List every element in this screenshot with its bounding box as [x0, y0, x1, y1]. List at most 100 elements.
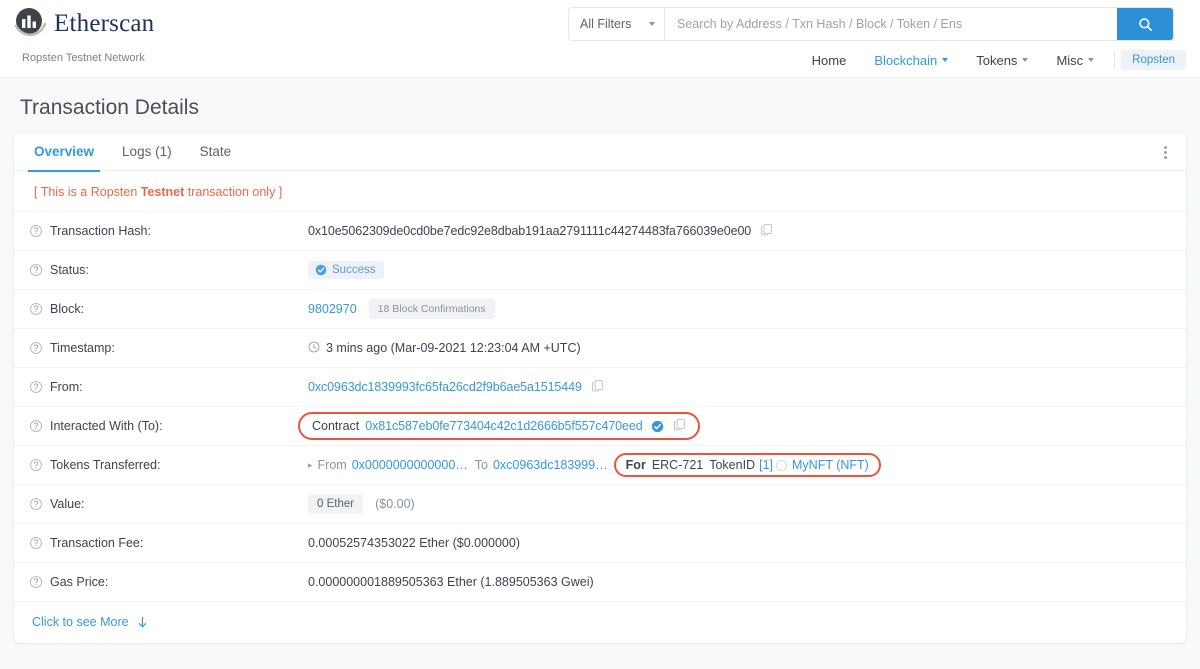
label-text: Interacted With (To): — [50, 419, 163, 433]
copy-icon[interactable] — [760, 223, 773, 239]
token-name-link[interactable]: MyNFT (NFT) — [792, 458, 869, 472]
nav-item-blockchain-label: Blockchain — [874, 52, 938, 68]
token-to-address-link[interactable]: 0xc0963dc183999… — [493, 458, 608, 472]
check-circle-icon — [315, 264, 327, 276]
etherscan-logo-icon — [14, 7, 47, 40]
row-gas-price-value: 0.000000001889505363 Ether (1.889505363 … — [308, 575, 594, 589]
tokenid-value-link[interactable]: [1] — [759, 458, 773, 472]
tab-overview[interactable]: Overview — [20, 133, 108, 172]
network-switch-button[interactable]: Ropsten — [1121, 50, 1186, 70]
tab-bar: Overview Logs (1) State — [14, 133, 1186, 172]
nav-item-home[interactable]: Home — [798, 53, 861, 68]
search-icon — [1138, 17, 1152, 31]
token-from-label: From — [317, 458, 347, 472]
from-address-link[interactable]: 0xc0963dc1839993fc65fa26cd2f9b6ae5a15154… — [308, 380, 582, 394]
row-transaction-hash: ? Transaction Hash: 0x10e5062309de0cd0be… — [14, 211, 1186, 250]
row-value-value: 0 Ether ($0.00) — [308, 494, 1170, 514]
help-icon[interactable]: ? — [30, 498, 42, 510]
chevron-down-icon — [942, 58, 949, 62]
chevron-down-icon — [1088, 58, 1095, 62]
token-standard-label: ERC-721 — [651, 458, 704, 472]
search-input[interactable] — [665, 8, 1117, 40]
nav-item-tokens[interactable]: Tokens — [962, 53, 1042, 68]
filter-dropdown[interactable]: All Filters — [569, 8, 665, 40]
verified-check-icon — [651, 420, 664, 433]
label-text: Status: — [50, 263, 89, 277]
help-icon[interactable]: ? — [30, 342, 42, 354]
label-text: Block: — [50, 302, 85, 316]
token-from-address-link[interactable]: 0x0000000000000… — [352, 458, 468, 472]
nav-item-tokens-label: Tokens — [976, 52, 1018, 68]
details-rows: ? Transaction Hash: 0x10e5062309de0cd0be… — [14, 211, 1186, 601]
tab-state-label: State — [199, 143, 232, 159]
annotation-highlight-token: For ERC-721 TokenID [1] MyNFT (NFT) — [613, 453, 881, 477]
tab-logs[interactable]: Logs (1) — [108, 133, 186, 171]
row-value: ? Value: 0 Ether ($0.00) — [14, 484, 1186, 523]
row-transaction-fee: ? Transaction Fee: 0.00052574353022 Ethe… — [14, 523, 1186, 562]
page-body: Transaction Details Overview Logs (1) St… — [0, 96, 1200, 643]
row-transaction-fee-value: 0.00052574353022 Ether ($0.000000) — [308, 536, 520, 550]
row-value-label: ? Value: — [30, 497, 308, 511]
brand-logo[interactable]: Etherscan — [14, 7, 154, 40]
row-tokens-transferred: ? Tokens Transferred: ▸ From 0x000000000… — [14, 445, 1186, 484]
nav-divider — [1114, 51, 1116, 69]
help-icon[interactable]: ? — [30, 537, 42, 549]
transaction-details-card: Overview Logs (1) State [ This is a Rops… — [14, 133, 1186, 643]
row-timestamp: ? Timestamp: 3 mins ago (Mar-09-2021 12:… — [14, 328, 1186, 367]
contract-address-link[interactable]: 0x81c587eb0fe773404c42c1d2666b5f557c470e… — [365, 419, 642, 433]
search-bar: All Filters — [568, 7, 1174, 41]
nav-item-home-label: Home — [811, 52, 847, 68]
label-text: Tokens Transferred: — [50, 458, 161, 472]
row-block-label: ? Block: — [30, 302, 308, 316]
nav-item-blockchain[interactable]: Blockchain — [860, 53, 962, 68]
help-icon[interactable]: ? — [30, 225, 42, 237]
nav-item-misc[interactable]: Misc — [1042, 53, 1108, 68]
help-icon[interactable]: ? — [30, 459, 42, 471]
copy-icon[interactable] — [673, 418, 686, 434]
help-icon[interactable]: ? — [30, 381, 42, 393]
filter-dropdown-label: All Filters — [580, 17, 632, 31]
see-more-button[interactable]: Click to see More — [32, 615, 148, 629]
row-timestamp-value: 3 mins ago (Mar-09-2021 12:23:04 AM +UTC… — [308, 341, 1170, 356]
tab-logs-label: Logs (1) — [122, 143, 172, 159]
row-tokens-transferred-label: ? Tokens Transferred: — [30, 458, 308, 472]
nft-token-icon — [776, 459, 787, 471]
copy-icon[interactable] — [591, 379, 604, 395]
help-icon[interactable]: ? — [30, 264, 42, 276]
more-options-icon[interactable] — [1156, 143, 1174, 161]
help-icon[interactable]: ? — [30, 576, 42, 588]
value-amount-badge: 0 Ether — [308, 494, 364, 514]
see-more-section: Click to see More — [14, 601, 1186, 643]
row-from-value: 0xc0963dc1839993fc65fa26cd2f9b6ae5a15154… — [308, 379, 1170, 395]
status-badge-label: Success — [332, 264, 376, 276]
block-number-link[interactable]: 9802970 — [308, 302, 357, 316]
timestamp-text: 3 mins ago (Mar-09-2021 12:23:04 AM +UTC… — [326, 341, 581, 355]
tab-state[interactable]: State — [186, 133, 246, 171]
label-text: From: — [50, 380, 83, 394]
search-button[interactable] — [1117, 8, 1173, 40]
row-from: ? From: 0xc0963dc1839993fc65fa26cd2f9b6a… — [14, 367, 1186, 406]
contract-prefix-label: Contract — [312, 419, 360, 433]
row-status-label: ? Status: — [30, 263, 308, 277]
help-icon[interactable]: ? — [30, 303, 42, 315]
tab-overview-label: Overview — [34, 143, 95, 159]
help-icon[interactable]: ? — [30, 420, 42, 432]
row-status: ? Status: Success — [14, 250, 1186, 289]
row-block: ? Block: 9802970 18 Block Confirmations — [14, 289, 1186, 328]
row-timestamp-label: ? Timestamp: — [30, 341, 308, 355]
arrow-down-icon — [138, 616, 146, 627]
testnet-notice: [ This is a Ropsten Testnet transaction … — [14, 171, 1186, 211]
network-label: Ropsten Testnet Network — [22, 52, 145, 64]
label-text: Value: — [50, 497, 85, 511]
row-gas-price: ? Gas Price: 0.000000001889505363 Ether … — [14, 562, 1186, 601]
row-gas-price-label: ? Gas Price: — [30, 575, 308, 589]
chevron-right-icon[interactable]: ▸ — [308, 460, 313, 471]
label-text: Transaction Hash: — [50, 224, 151, 238]
transaction-hash-text: 0x10e5062309de0cd0be7edc92e8dbab191aa279… — [308, 224, 752, 238]
see-more-label: Click to see More — [32, 615, 129, 629]
testnet-notice-prefix: [ This is a Ropsten — [34, 185, 141, 199]
brand-name: Etherscan — [54, 9, 155, 37]
row-tokens-transferred-value: ▸ From 0x0000000000000… To 0xc0963dc1839… — [308, 453, 1170, 477]
page-title: Transaction Details — [20, 96, 199, 119]
row-interacted-with: ? Interacted With (To): Contract 0x81c58… — [14, 406, 1186, 445]
